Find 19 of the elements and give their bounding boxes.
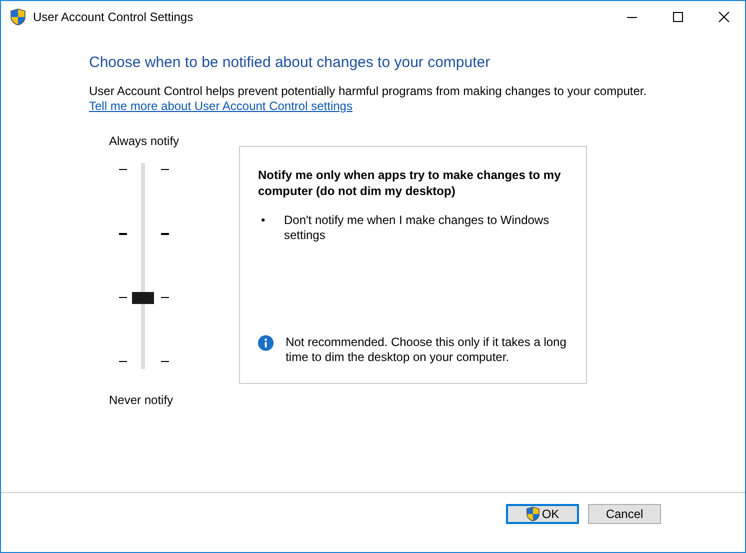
heading: Choose when to be notified about changes to your computer: [89, 54, 492, 71]
shield-icon: [526, 506, 540, 522]
close-icon[interactable]: [718, 10, 730, 22]
cancel-button[interactable]: Cancel: [588, 504, 661, 524]
slider-top-label: Always notify: [109, 134, 180, 149]
bullet-marker: •: [260, 213, 266, 229]
slider-bottom-label: Never notify: [109, 393, 174, 408]
notify-slider[interactable]: [119, 163, 169, 369]
note-text: Not recommended. Choose this only if it takes a long time to dim the desktop on your computer.: [286, 335, 568, 365]
help-link[interactable]: Tell me more about User Account Control settings: [89, 99, 352, 114]
slider-thumb[interactable]: [132, 292, 154, 304]
shield-icon: [10, 8, 26, 26]
level-title: Notify me only when apps try to make changes to my computer (do not dim my desktop): [258, 167, 562, 199]
info-icon: [258, 335, 274, 351]
bullet-text: Don't notify me when I make changes to Windows settings: [284, 213, 550, 243]
window-title: User Account Control Settings: [33, 10, 194, 24]
maximize-icon[interactable]: [672, 10, 684, 22]
ok-button[interactable]: OK: [506, 504, 579, 524]
description: User Account Control helps prevent potentially harmful programs from making changes to your computer.: [89, 84, 648, 99]
